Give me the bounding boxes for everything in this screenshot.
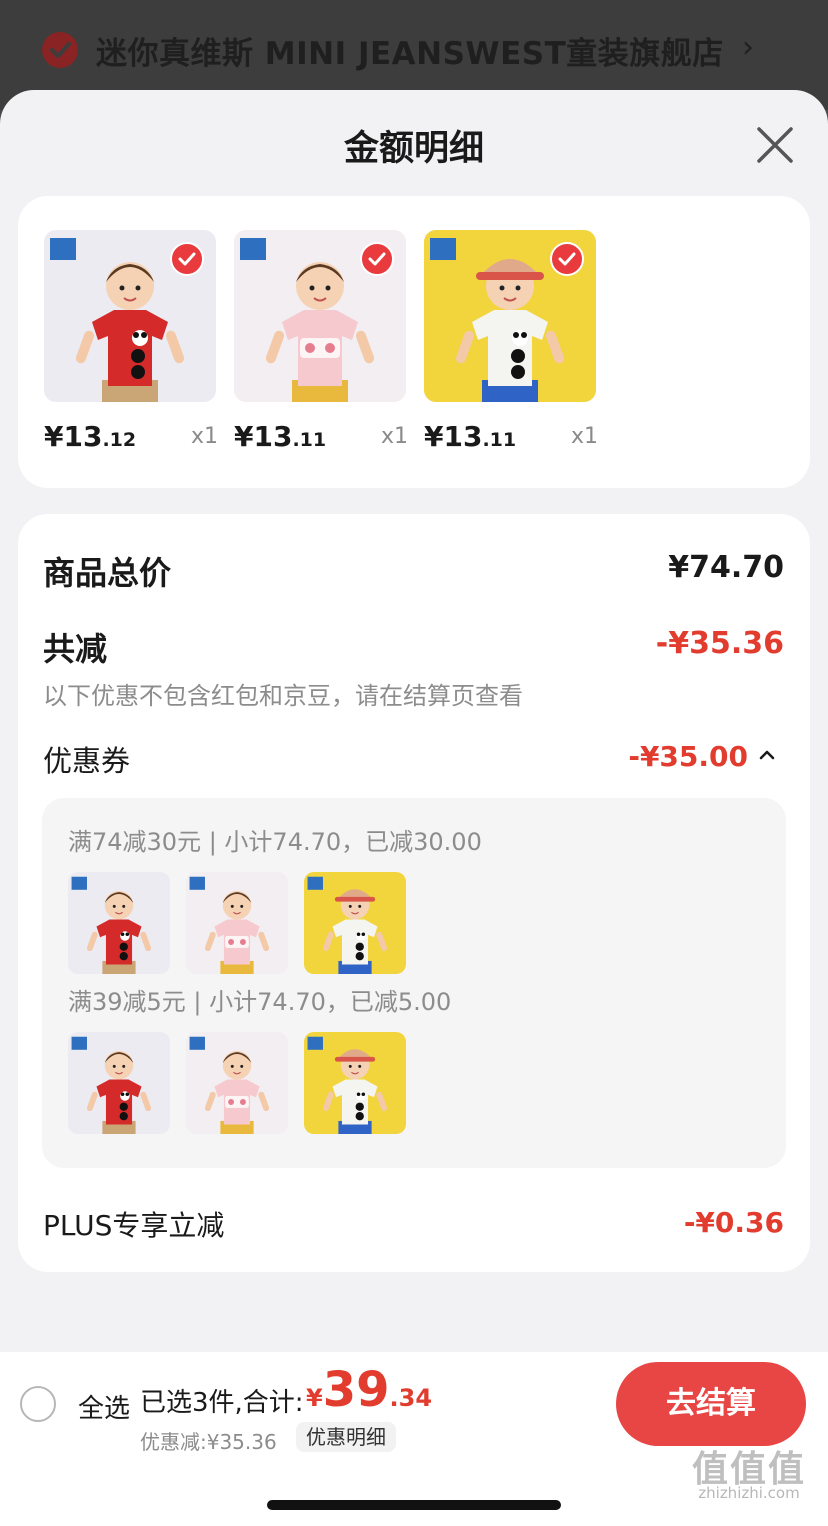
store-check-icon	[42, 32, 78, 68]
product-item[interactable]: ¥13.12 x1	[44, 230, 218, 453]
products-card: ¥13.12 x1 ¥13.11 x1 ¥13.11 x1	[18, 196, 810, 488]
check-icon[interactable]	[360, 242, 394, 276]
product-price: ¥13.11	[424, 420, 516, 453]
product-quantity: x1	[190, 424, 218, 449]
discount-detail-button[interactable]: 优惠明细	[296, 1422, 396, 1452]
plus-discount-label: PLUS专享立减	[43, 1209, 225, 1242]
product-quantity: x1	[570, 424, 598, 449]
product-item[interactable]: ¥13.11 x1	[234, 230, 408, 453]
total-price: ¥39.34	[306, 1362, 432, 1418]
price-integer: ¥13	[424, 420, 483, 453]
chevron-up-icon[interactable]	[758, 746, 776, 764]
total-reduce-label: 共减	[43, 630, 108, 668]
product-image[interactable]	[44, 230, 216, 402]
checkout-button[interactable]: 去结算	[616, 1362, 806, 1446]
price-decimal: .11	[482, 429, 517, 451]
price-decimal: .12	[102, 429, 137, 451]
close-icon[interactable]	[750, 120, 800, 170]
coupon-rule: 满39减5元 | 小计74.70，已减5.00	[68, 988, 452, 1016]
subtotal-value: ¥74.70	[668, 550, 784, 585]
coupon-product-thumb	[304, 1032, 406, 1134]
coupon-product-thumb	[304, 872, 406, 974]
watermark-url: zhizhizhi.com	[698, 1484, 800, 1502]
total-decimal: .34	[389, 1384, 433, 1412]
check-icon[interactable]	[550, 242, 584, 276]
coupon-product-thumb	[68, 872, 170, 974]
checkout-bar: 全选 已选3件,合计: ¥39.34 优惠减:¥35.36 优惠明细 去结算 值…	[0, 1352, 828, 1526]
check-icon[interactable]	[170, 242, 204, 276]
product-item[interactable]: ¥13.11 x1	[424, 230, 598, 453]
subtotal-label: 商品总价	[43, 554, 172, 592]
price-decimal: .11	[292, 429, 327, 451]
price-detail-card: 商品总价 ¥74.70 共减 -¥35.36 以下优惠不包含红包和京豆，请在结算…	[18, 514, 810, 1272]
amount-detail-sheet: 金额明细 ¥13.12 x1 ¥13.11 x1 ¥13.11 x1 商品总价 ¥74.7…	[0, 90, 828, 1526]
coupon-breakdown: 满74减30元 | 小计74.70，已减30.00 满39减5元 | 小计74.7…	[42, 798, 786, 1168]
discount-amount: 优惠减:¥35.36	[140, 1430, 277, 1454]
sheet-title: 金额明细	[343, 129, 484, 169]
select-all-radio[interactable]	[20, 1386, 56, 1422]
selected-count: 已选3件,合计:	[140, 1388, 304, 1418]
coupon-label[interactable]: 优惠券	[43, 738, 130, 780]
price-integer: ¥13	[234, 420, 293, 453]
price-integer: ¥13	[44, 420, 103, 453]
coupon-value[interactable]: -¥35.00	[628, 740, 748, 773]
total-currency: ¥	[306, 1384, 323, 1412]
plus-discount-value: -¥0.36	[683, 1206, 784, 1239]
store-name[interactable]: 迷你真维斯 MINI JEANSWEST童装旗舰店	[96, 28, 724, 73]
product-image[interactable]	[424, 230, 596, 402]
home-indicator	[267, 1500, 561, 1510]
select-all-label[interactable]: 全选	[78, 1388, 130, 1425]
coupon-product-thumb	[186, 1032, 288, 1134]
coupon-product-thumb	[186, 872, 288, 974]
product-quantity: x1	[380, 424, 408, 449]
product-image[interactable]	[234, 230, 406, 402]
product-price: ¥13.11	[234, 420, 326, 453]
coupon-rule: 满74减30元 | 小计74.70，已减30.00	[68, 828, 482, 856]
total-integer: 39	[322, 1362, 390, 1418]
chevron-right-icon[interactable]: ›	[742, 30, 754, 65]
coupon-product-thumb	[68, 1032, 170, 1134]
product-price: ¥13.12	[44, 420, 136, 453]
discount-hint: 以下优惠不包含红包和京豆，请在结算页查看	[43, 682, 523, 710]
total-reduce-value: -¥35.36	[655, 626, 784, 661]
